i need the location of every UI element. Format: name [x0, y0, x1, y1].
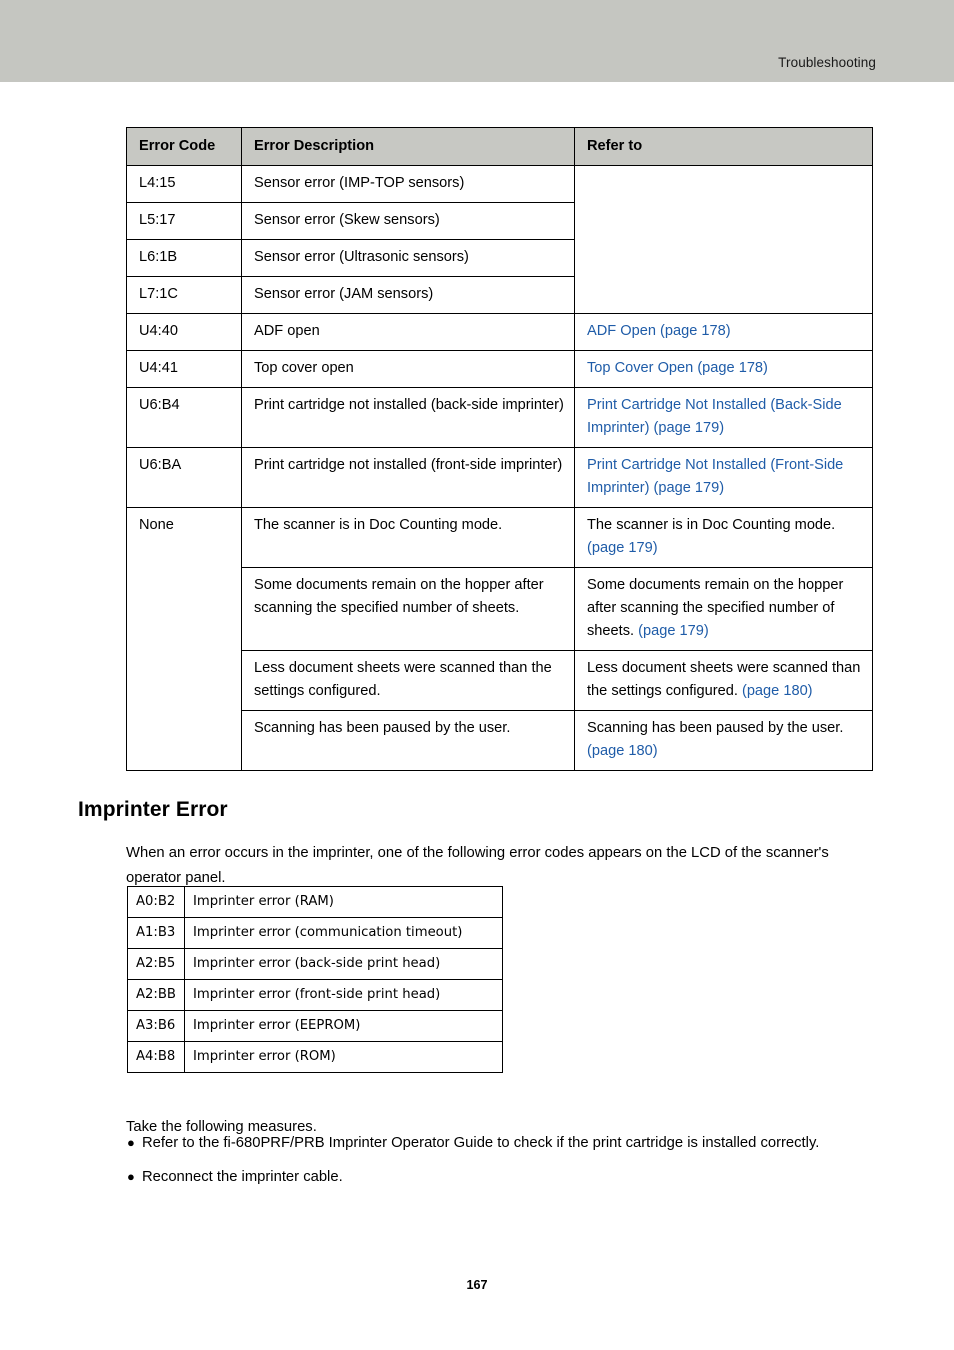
- cell-imprinter-description: Imprinter error (RAM): [184, 886, 503, 918]
- cell-error-code: U4:41: [126, 350, 242, 388]
- cell-error-description: Top cover open: [241, 350, 575, 388]
- cell-refer-to: The scanner is in Doc Counting mode. (pa…: [574, 507, 873, 568]
- cell-error-description: Print cartridge not installed (front-sid…: [241, 447, 575, 508]
- cell-error-description: ADF open: [241, 313, 575, 351]
- intro-paragraph: When an error occurs in the imprinter, o…: [126, 844, 829, 886]
- cell-error-code: L6:1B: [126, 239, 242, 277]
- table-row: U6:B4 Print cartridge not installed (bac…: [126, 387, 873, 448]
- cell-error-code: L4:15: [126, 165, 242, 203]
- table-row: A0:B2 Imprinter error (RAM): [127, 886, 503, 918]
- list-item-label: Refer to the fi-680PRF/PRB Imprinter Ope…: [142, 1135, 820, 1151]
- refer-text: Less document sheets were scanned than t…: [587, 660, 861, 699]
- page-header-title: Troubleshooting: [778, 55, 876, 70]
- refer-link[interactable]: ADF Open (page 178): [587, 323, 731, 339]
- cell-error-description: Sensor error (IMP-TOP sensors): [241, 165, 575, 203]
- list-item: ● Refer to the fi-680PRF/PRB Imprinter O…: [126, 1131, 878, 1156]
- list-item-label: Reconnect the imprinter cable.: [142, 1169, 343, 1185]
- measures-list: ● Refer to the fi-680PRF/PRB Imprinter O…: [126, 1131, 878, 1199]
- refer-link[interactable]: (page 180): [587, 743, 658, 759]
- cell-error-description: Print cartridge not installed (back-side…: [241, 387, 575, 448]
- cell-imprinter-description: Imprinter error (communication timeout): [184, 917, 503, 949]
- table-row: A2:B5 Imprinter error (back-side print h…: [127, 948, 503, 980]
- cell-error-code: U6:BA: [126, 447, 242, 508]
- cell-imprinter-description: Imprinter error (back-side print head): [184, 948, 503, 980]
- bullet-icon: ●: [127, 1169, 135, 1184]
- cell-refer-to: Scanning has been paused by the user. (p…: [574, 710, 873, 771]
- refer-link[interactable]: Print Cartridge Not Installed (Back-Side…: [587, 397, 842, 436]
- cell-error-code: L5:17: [126, 202, 242, 240]
- cell-refer-to: ADF Open (page 178): [574, 313, 873, 351]
- cell-imprinter-code: A0:B2: [127, 886, 185, 918]
- cell-refer-to: Less document sheets were scanned than t…: [574, 650, 873, 711]
- table-row: A1:B3 Imprinter error (communication tim…: [127, 917, 503, 949]
- cell-imprinter-description: Imprinter error (ROM): [184, 1041, 503, 1073]
- refer-link[interactable]: (page 179): [638, 623, 709, 639]
- imprinter-error-code-table: A0:B2 Imprinter error (RAM) A1:B3 Imprin…: [127, 886, 503, 1073]
- table-row: U4:40 ADF open ADF Open (page 178): [126, 313, 873, 351]
- refer-link[interactable]: Top Cover Open (page 178): [587, 360, 768, 376]
- cell-error-description: Some documents remain on the hopper afte…: [241, 567, 575, 651]
- cell-refer-to: Some documents remain on the hopper afte…: [574, 567, 873, 651]
- cell-refer-to: Top Cover Open (page 178): [574, 350, 873, 388]
- cell-imprinter-code: A2:B5: [127, 948, 185, 980]
- cell-error-description: Sensor error (Skew sensors): [241, 202, 575, 240]
- cell-error-description: Sensor error (Ultrasonic sensors): [241, 239, 575, 277]
- cell-error-code: L7:1C: [126, 276, 242, 314]
- cell-imprinter-description: Imprinter error (EEPROM): [184, 1010, 503, 1042]
- cell-error-code: U4:40: [126, 313, 242, 351]
- table-row: A3:B6 Imprinter error (EEPROM): [127, 1010, 503, 1042]
- cell-error-code: U6:B4: [126, 387, 242, 448]
- column-header-error-description: Error Description: [241, 127, 575, 166]
- column-header-refer-to: Refer to: [574, 127, 873, 166]
- cell-refer-to: Print Cartridge Not Installed (Back-Side…: [574, 387, 873, 448]
- error-code-table: Error Code Error Description Refer to L4…: [126, 127, 873, 771]
- refer-link[interactable]: (page 180): [742, 683, 813, 699]
- table-row: A4:B8 Imprinter error (ROM): [127, 1041, 503, 1073]
- page-number: 167: [466, 1278, 488, 1292]
- list-item: ● Reconnect the imprinter cable.: [126, 1165, 878, 1190]
- cell-error-description: Less document sheets were scanned than t…: [241, 650, 575, 711]
- cell-error-description: Sensor error (JAM sensors): [241, 276, 575, 314]
- table-row: A2:BB Imprinter error (front-side print …: [127, 979, 503, 1011]
- page-title: Imprinter Error: [78, 798, 228, 822]
- cell-imprinter-code: A3:B6: [127, 1010, 185, 1042]
- cell-imprinter-description: Imprinter error (front-side print head): [184, 979, 503, 1011]
- cell-imprinter-code: A1:B3: [127, 917, 185, 949]
- cell-error-description: Scanning has been paused by the user.: [241, 710, 575, 771]
- refer-link[interactable]: (page 179): [587, 540, 658, 556]
- table-row: L4:15 Sensor error (IMP-TOP sensors): [126, 165, 873, 314]
- refer-link[interactable]: Print Cartridge Not Installed (Front-Sid…: [587, 457, 843, 496]
- refer-text: Some documents remain on the hopper afte…: [587, 577, 844, 639]
- table-row: None The scanner is in Doc Counting mode…: [126, 507, 873, 771]
- column-header-error-code: Error Code: [126, 127, 242, 166]
- cell-imprinter-code: A4:B8: [127, 1041, 185, 1073]
- bullet-icon: ●: [127, 1135, 135, 1150]
- table-row: U4:41 Top cover open Top Cover Open (pag…: [126, 350, 873, 388]
- cell-refer-to-empty: [574, 165, 873, 314]
- refer-text: Scanning has been paused by the user.: [587, 720, 844, 736]
- cell-error-description: The scanner is in Doc Counting mode.: [241, 507, 575, 568]
- refer-text: The scanner is in Doc Counting mode.: [587, 517, 836, 533]
- table-row: U6:BA Print cartridge not installed (fro…: [126, 447, 873, 508]
- cell-refer-to: Print Cartridge Not Installed (Front-Sid…: [574, 447, 873, 508]
- cell-imprinter-code: A2:BB: [127, 979, 185, 1011]
- table-header-row: Error Code Error Description Refer to: [126, 127, 873, 166]
- cell-error-code: None: [126, 507, 242, 771]
